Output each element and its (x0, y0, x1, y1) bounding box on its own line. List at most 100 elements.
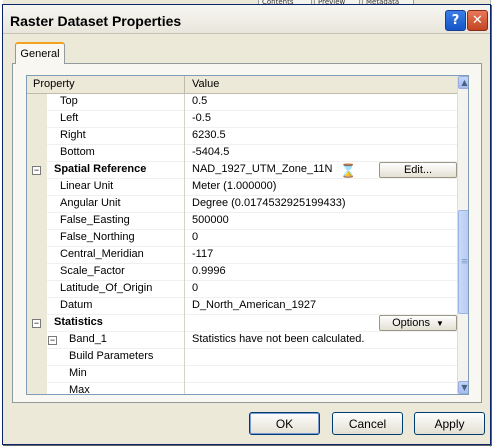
property-value[interactable]: Degree (0.0174532925199433) (186, 196, 457, 213)
property-name: Max (47, 383, 185, 394)
property-name: Scale_Factor (47, 264, 185, 281)
dialog-titlebar[interactable]: Raster Dataset Properties ? ✕ (3, 5, 490, 34)
property-value-text: Statistics have not been calculated. (192, 333, 365, 345)
property-value-text: D_North_American_1927 (192, 299, 317, 311)
property-value-text: Meter (1.000000) (192, 180, 277, 192)
property-row[interactable]: Build Parameters (27, 349, 457, 366)
property-row[interactable]: Left -0.5 (27, 111, 457, 128)
property-row[interactable]: Right 6230.5 (27, 128, 457, 145)
ok-button[interactable]: OK (249, 412, 320, 435)
row-gutter (27, 332, 47, 349)
property-value[interactable]: Meter (1.000000) (186, 179, 457, 196)
property-name: False_Northing (47, 230, 185, 247)
property-name: Min (47, 366, 185, 383)
property-value[interactable]: 0.5 (186, 94, 457, 111)
background-right-panel (490, 0, 502, 447)
property-name: Build Parameters (47, 349, 185, 366)
property-value[interactable]: Options ▼ (186, 315, 457, 332)
scroll-down-button[interactable]: ▼ (458, 381, 468, 394)
row-gutter (27, 213, 47, 230)
property-value-text: -0.5 (192, 112, 211, 124)
apply-button[interactable]: Apply (414, 412, 485, 435)
property-value-text: -117 (192, 248, 214, 260)
row-gutter (27, 196, 47, 213)
property-value-text: Degree (0.0174532925199433) (192, 197, 346, 209)
property-row[interactable]: Min (27, 366, 457, 383)
property-value[interactable]: 6230.5 (186, 128, 457, 145)
collapse-icon[interactable]: − (32, 166, 41, 175)
column-header-property[interactable]: Property (27, 76, 185, 94)
row-gutter (27, 298, 47, 315)
scroll-thumb[interactable]: ≡ (458, 210, 469, 314)
statistics-options-button[interactable]: Options ▼ (379, 315, 457, 331)
general-tab-panel: Property Value Top 0.5 Left -0.5 Right 6230.5… (12, 63, 482, 403)
row-gutter (27, 349, 47, 366)
help-icon: ? (451, 13, 460, 28)
vertical-scrollbar[interactable]: ▲ ≡ ▼ (457, 76, 469, 394)
property-row[interactable]: Top 0.5 (27, 94, 457, 111)
property-value[interactable]: 0 (186, 281, 457, 298)
help-button[interactable]: ? (445, 10, 466, 31)
property-name: Band_1 (47, 332, 185, 349)
grip-icon: ≡ (460, 257, 469, 267)
property-row[interactable]: Max (27, 383, 457, 394)
dialog-title: Raster Dataset Properties (10, 13, 182, 29)
property-value[interactable] (186, 366, 457, 383)
property-value[interactable]: -0.5 (186, 111, 457, 128)
property-value[interactable]: Statistics have not been calculated. (186, 332, 457, 349)
row-gutter (27, 230, 47, 247)
property-row[interactable]: False_Northing 0 (27, 230, 457, 247)
property-value-text: -5404.5 (192, 146, 230, 158)
close-button[interactable]: ✕ (467, 10, 488, 31)
property-value[interactable]: -5404.5 (186, 145, 457, 162)
edit-spatial-reference-button[interactable]: Edit... (379, 162, 457, 178)
row-gutter (27, 94, 47, 111)
scroll-up-button[interactable]: ▲ (458, 76, 468, 89)
property-name: Central_Meridian (47, 247, 185, 264)
chevron-up-icon: ▲ (461, 78, 468, 87)
property-name: Datum (47, 298, 185, 315)
row-gutter (27, 383, 47, 394)
property-row[interactable]: Scale_Factor 0.9996 (27, 264, 457, 281)
property-name: Linear Unit (47, 179, 185, 196)
property-grid: Property Value Top 0.5 Left -0.5 Right 6230.5… (26, 75, 469, 395)
property-row[interactable]: − Band_1 Statistics have not been calculat… (27, 332, 457, 349)
property-value-text: NAD_1927_UTM_Zone_11N (192, 163, 333, 175)
property-row[interactable]: Latitude_Of_Origin 0 (27, 281, 457, 298)
tab-general[interactable]: General (15, 42, 65, 64)
property-name: Spatial Reference (47, 162, 185, 179)
property-value[interactable]: 0.9996 (186, 264, 457, 281)
property-value[interactable]: 0 (186, 230, 457, 247)
property-row[interactable]: Linear Unit Meter (1.000000) (27, 179, 457, 196)
row-gutter (27, 366, 47, 383)
property-row[interactable]: Datum D_North_American_1927 (27, 298, 457, 315)
property-name: Left (47, 111, 185, 128)
raster-properties-dialog: Raster Dataset Properties ? ✕ General Pr… (2, 4, 491, 445)
property-row[interactable]: Bottom -5404.5 (27, 145, 457, 162)
close-icon: ✕ (472, 13, 483, 28)
button-label: Options (392, 317, 430, 329)
property-row[interactable]: Central_Meridian -117 (27, 247, 457, 264)
property-value[interactable] (186, 383, 457, 394)
property-value-text: 0.5 (192, 95, 208, 107)
column-header-value[interactable]: Value (186, 76, 456, 94)
chevron-down-icon: ▼ (461, 383, 468, 392)
category-row[interactable]: − Statistics Options ▼ (27, 315, 457, 332)
category-row[interactable]: − Spatial Reference NAD_1927_UTM_Zone_11N ⌛… (27, 162, 457, 179)
property-value[interactable]: D_North_American_1927 (186, 298, 457, 315)
property-value-text: 0 (192, 231, 199, 243)
property-value[interactable]: NAD_1927_UTM_Zone_11N ⌛ Edit... (186, 162, 457, 179)
property-value-text: 500000 (192, 214, 229, 226)
collapse-icon[interactable]: − (32, 319, 41, 328)
property-row[interactable]: False_Easting 500000 (27, 213, 457, 230)
property-row[interactable]: Angular Unit Degree (0.0174532925199433) (27, 196, 457, 213)
cancel-button[interactable]: Cancel (332, 412, 403, 435)
property-value[interactable]: 500000 (186, 213, 457, 230)
grid-header: Property Value (27, 76, 457, 94)
property-value[interactable]: -117 (186, 247, 457, 264)
grid-rows: Top 0.5 Left -0.5 Right 6230.5 Bottom -5404.5− S… (27, 94, 457, 394)
property-value-text: 0.9996 (192, 265, 226, 277)
hourglass-icon: ⌛ (340, 163, 357, 178)
property-value[interactable] (186, 349, 457, 366)
property-name: Bottom (47, 145, 185, 162)
